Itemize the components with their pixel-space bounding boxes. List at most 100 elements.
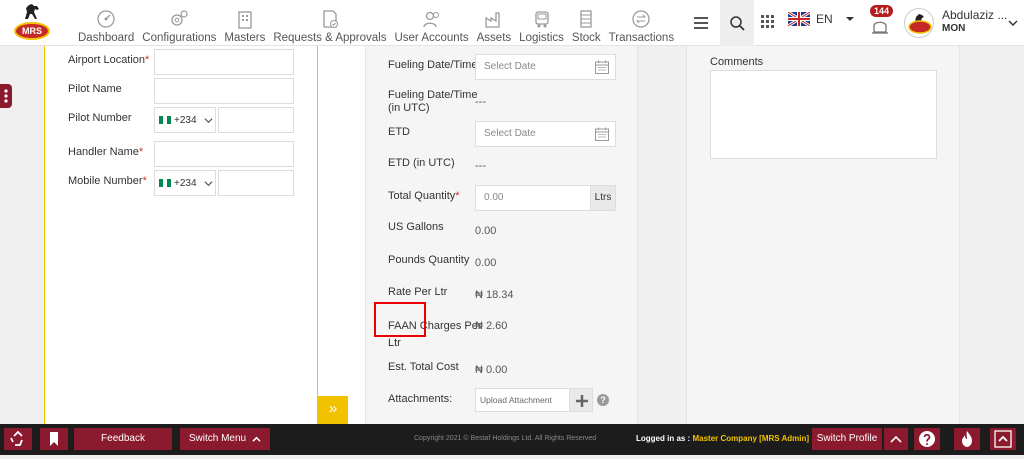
etd-utc-value: --- bbox=[475, 160, 486, 172]
column-gutter bbox=[318, 46, 366, 424]
language-label: EN bbox=[816, 12, 833, 26]
plus-icon bbox=[576, 395, 588, 407]
nav-logistics-label: Logistics bbox=[519, 32, 564, 44]
user-role: MON bbox=[942, 23, 966, 34]
rate-per-ltr-value: ₦ 18.34 bbox=[475, 289, 514, 301]
mobile-number-label: Mobile Number* bbox=[68, 175, 147, 187]
help-button[interactable] bbox=[914, 428, 940, 450]
nav-transactions[interactable]: Transactions bbox=[605, 0, 678, 44]
search-icon bbox=[730, 16, 745, 31]
bottom-bar: Feedback Switch Menu Copyright 2021 © Be… bbox=[0, 424, 1024, 455]
nav-transactions-label: Transactions bbox=[608, 32, 675, 44]
horse-icon bbox=[25, 4, 39, 19]
feedback-button[interactable]: Feedback bbox=[74, 428, 172, 450]
nav-user-accounts[interactable]: User Accounts bbox=[390, 0, 472, 44]
search-button[interactable] bbox=[720, 0, 754, 46]
recycle-icon bbox=[10, 430, 23, 446]
nav-stock-label: Stock bbox=[571, 32, 601, 44]
scroll-top-button[interactable] bbox=[990, 428, 1016, 450]
est-total-cost-label: Est. Total Cost bbox=[388, 361, 459, 373]
nav-stock[interactable]: Stock bbox=[568, 0, 605, 44]
fire-icon bbox=[962, 431, 972, 447]
total-quantity-input[interactable]: 0.00 bbox=[475, 185, 591, 211]
nav-logistics[interactable]: Logistics bbox=[515, 0, 568, 44]
profile-toggle-button[interactable] bbox=[884, 428, 908, 450]
apps-grid-icon[interactable] bbox=[760, 14, 776, 30]
side-panel-toggle[interactable] bbox=[0, 84, 12, 108]
mobile-country-code-select[interactable]: +234 bbox=[154, 170, 216, 196]
nav-masters[interactable]: Masters bbox=[220, 0, 269, 44]
us-gallons-value: 0.00 bbox=[475, 225, 497, 237]
gears-icon bbox=[171, 10, 188, 26]
user-avatar[interactable] bbox=[904, 8, 934, 38]
switch-profile-button[interactable]: Switch Profile bbox=[812, 428, 882, 450]
switch-menu-button[interactable]: Switch Menu bbox=[180, 428, 270, 450]
add-attachment-button[interactable] bbox=[569, 388, 593, 412]
chevron-down-icon[interactable] bbox=[1008, 18, 1018, 28]
language-selector[interactable]: EN bbox=[788, 12, 855, 26]
nav-dashboard-label: Dashboard bbox=[78, 32, 135, 44]
pilot-number-input[interactable] bbox=[218, 107, 294, 133]
mobile-number-input[interactable] bbox=[218, 170, 294, 196]
bookmark-button[interactable] bbox=[40, 428, 68, 450]
etd-utc-label: ETD (in UTC) bbox=[388, 157, 455, 169]
comments-label: Comments bbox=[710, 56, 764, 68]
recycle-button[interactable] bbox=[4, 428, 32, 450]
document-check-icon bbox=[323, 10, 338, 28]
calendar-icon[interactable] bbox=[594, 126, 610, 142]
highlight-box bbox=[374, 302, 426, 337]
nav-requests-approvals-label: Requests & Approvals bbox=[273, 32, 387, 44]
faan-charges-value: ₦ 2.60 bbox=[475, 320, 508, 332]
quantity-unit: Ltrs bbox=[590, 185, 616, 211]
uk-flag-icon bbox=[788, 12, 810, 26]
kebab-icon bbox=[4, 89, 8, 103]
nigeria-flag-icon bbox=[159, 116, 171, 124]
pilot-name-label: Pilot Name bbox=[68, 83, 122, 95]
chevron-down-icon bbox=[204, 180, 213, 186]
hamburger-menu-icon[interactable] bbox=[688, 10, 714, 36]
etd-label: ETD bbox=[388, 126, 410, 138]
chevron-down-icon bbox=[204, 117, 213, 123]
chevron-up-icon bbox=[890, 435, 902, 443]
airport-location-input[interactable] bbox=[154, 49, 294, 75]
comments-textarea[interactable] bbox=[710, 70, 937, 159]
fueling-utc-value: --- bbox=[475, 96, 486, 108]
nav-user-accounts-label: User Accounts bbox=[394, 32, 469, 44]
caret-down-icon bbox=[845, 17, 854, 21]
logged-in-info: Logged in as : Master Company [MRS Admin… bbox=[636, 434, 810, 443]
pounds-quantity-label: Pounds Quantity bbox=[388, 254, 470, 266]
factory-icon bbox=[485, 12, 500, 28]
top-navbar: MRS Dashboard Configurations Masters Req… bbox=[0, 0, 1024, 46]
fueling-datetime-label: Fueling Date/Time* bbox=[388, 59, 482, 71]
pilot-country-code: +234 bbox=[174, 114, 197, 126]
fueling-utc-label: Fueling Date/Time (in UTC) bbox=[388, 89, 478, 114]
airport-location-label: Airport Location* bbox=[68, 54, 150, 66]
copyright-text: Copyright 2021 © Bestaf Holdings Ltd. Al… bbox=[414, 435, 597, 442]
question-circle-icon bbox=[919, 431, 935, 447]
expand-button[interactable]: » bbox=[318, 396, 348, 424]
pounds-quantity-value: 0.00 bbox=[475, 257, 497, 269]
nigeria-flag-icon bbox=[159, 179, 171, 187]
upload-attachment-input[interactable]: Upload Attachment bbox=[475, 388, 570, 412]
chevron-up-icon bbox=[252, 436, 261, 442]
nav-assets[interactable]: Assets bbox=[473, 0, 516, 44]
pilot-number-label: Pilot Number bbox=[68, 112, 132, 124]
user-name[interactable]: Abdulaziz ... bbox=[942, 8, 1007, 22]
nav-masters-label: Masters bbox=[224, 32, 266, 44]
pilot-country-code-select[interactable]: +234 bbox=[154, 107, 216, 133]
calendar-icon[interactable] bbox=[594, 59, 610, 75]
handler-name-input[interactable] bbox=[154, 141, 294, 167]
nav-configurations[interactable]: Configurations bbox=[138, 0, 220, 44]
users-icon bbox=[422, 11, 439, 28]
stack-icon bbox=[580, 10, 592, 28]
mrs-logo[interactable]: MRS bbox=[10, 2, 54, 44]
nav-dashboard[interactable]: Dashboard bbox=[74, 0, 138, 44]
main-nav: Dashboard Configurations Masters Request… bbox=[74, 0, 678, 46]
help-icon[interactable]: ? bbox=[597, 394, 609, 406]
pilot-name-input[interactable] bbox=[154, 78, 294, 104]
rate-per-ltr-label: Rate Per Ltr bbox=[388, 286, 448, 298]
nav-requests-approvals[interactable]: Requests & Approvals bbox=[269, 0, 390, 44]
fire-button[interactable] bbox=[954, 428, 980, 450]
scroll-up-icon bbox=[994, 430, 1012, 448]
us-gallons-label: US Gallons bbox=[388, 221, 444, 233]
